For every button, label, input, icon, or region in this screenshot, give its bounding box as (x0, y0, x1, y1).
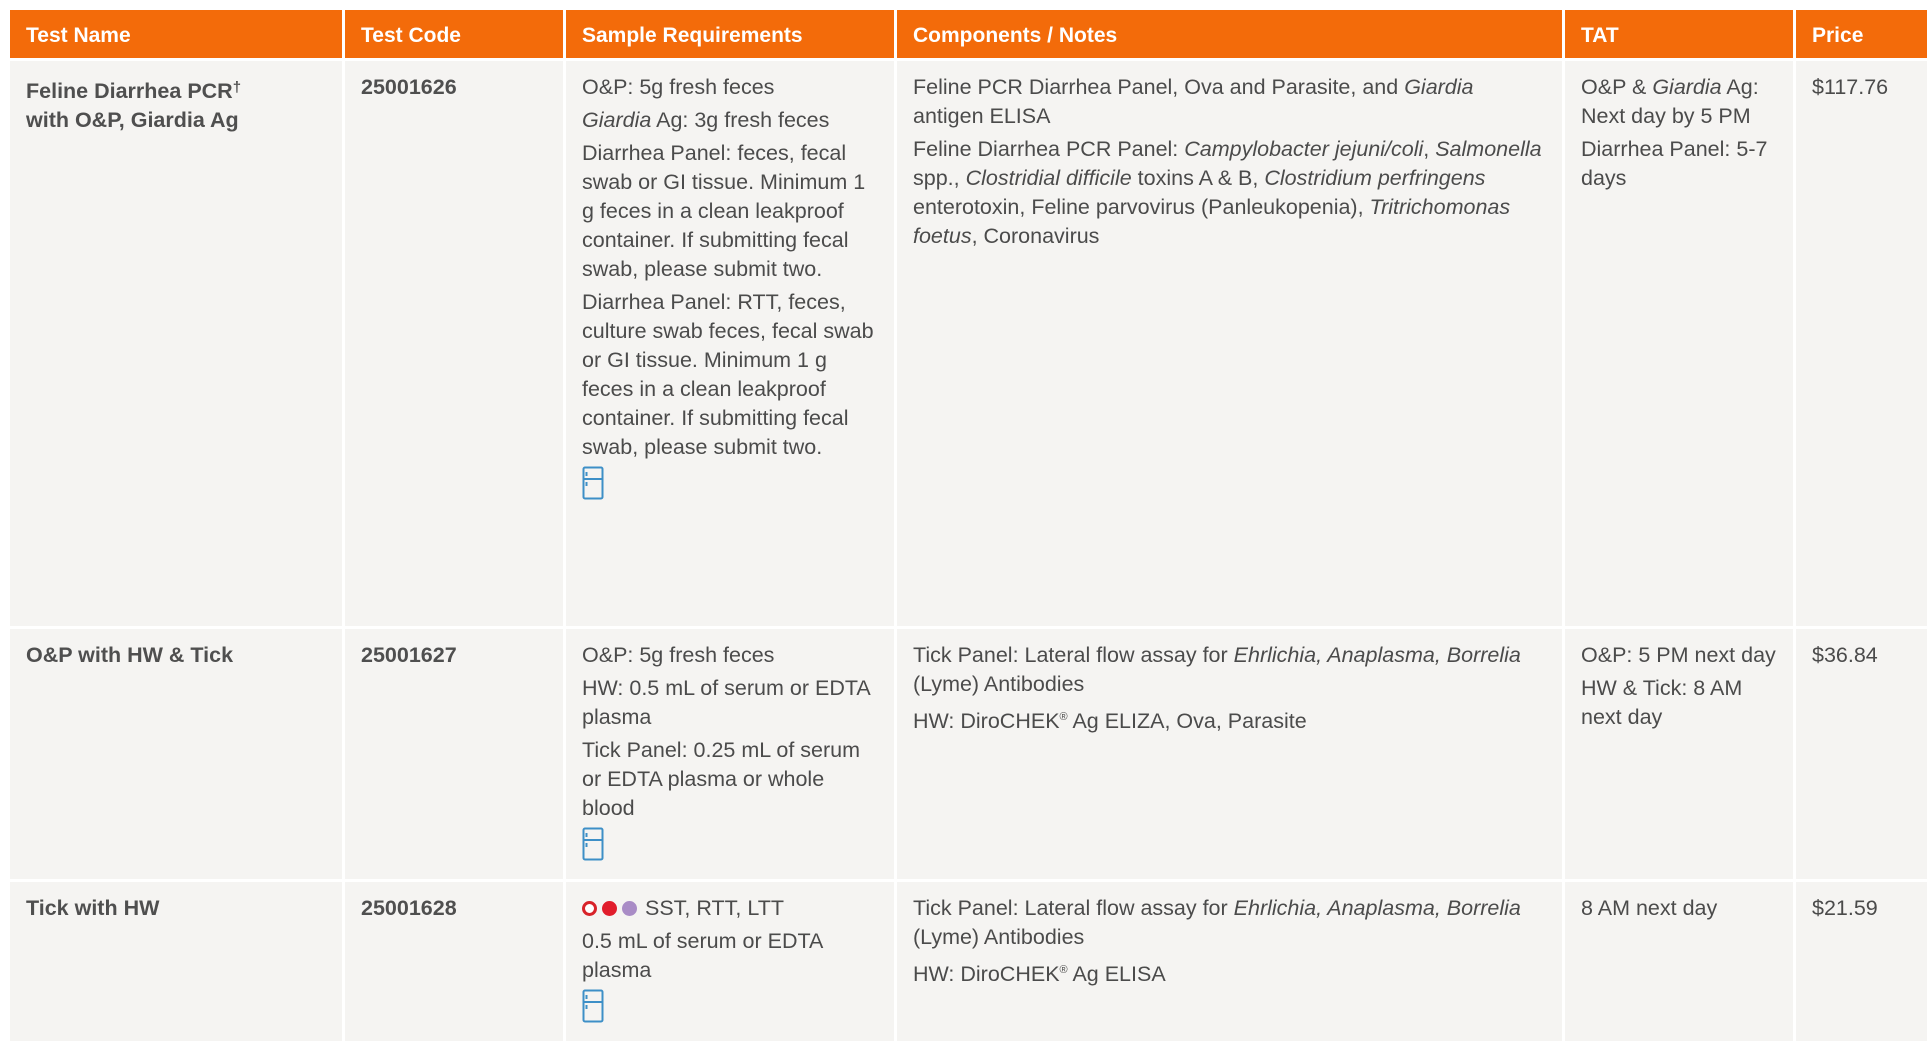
test-code: 25001627 (345, 629, 563, 879)
text-span: spp., (913, 166, 966, 190)
italic-text: Campylobacter jejuni/coli (1184, 137, 1424, 161)
dagger-mark: † (232, 79, 242, 96)
sample-line: O&P: 5g fresh feces (582, 643, 775, 667)
text-span: toxins A & B, (1131, 166, 1265, 190)
italic-text: Ehrlichia, Anaplasma, Borrelia (1233, 896, 1521, 920)
col-header-test-code: Test Code (345, 10, 563, 58)
test-code: 25001626 (345, 61, 563, 626)
notes-line: Feline PCR Diarrhea Panel, Ova and Paras… (913, 73, 1546, 131)
components-notes-cell: Tick Panel: Lateral flow assay for Ehrli… (897, 882, 1562, 1041)
tat-cell: 8 AM next day (1565, 882, 1793, 1041)
price: $36.84 (1796, 629, 1927, 879)
col-header-components-notes: Components / Notes (897, 10, 1562, 58)
refrigerator-icon (582, 827, 878, 869)
components-notes-cell: Feline PCR Diarrhea Panel, Ova and Paras… (897, 61, 1562, 626)
notes-line: HW: DiroCHEK® Ag ELIZA, Ova, Parasite (913, 703, 1546, 736)
notes-line: Tick Panel: Lateral flow assay for Ehrli… (913, 894, 1546, 952)
text-span: enterotoxin, Feline parvovirus (Panleuko… (913, 195, 1370, 219)
sample-line: Giardia Ag: 3g fresh feces (582, 106, 878, 135)
notes-line: Feline Diarrhea PCR Panel: Campylobacter… (913, 135, 1546, 251)
text-span: (Lyme) Antibodies (913, 672, 1085, 696)
tat-cell: O&P & Giardia Ag: Next day by 5 PM Diarr… (1565, 61, 1793, 626)
text-span: Tick Panel: Lateral flow assay for (913, 896, 1234, 920)
text-span: HW: DiroCHEK (913, 962, 1060, 986)
col-header-tat: TAT (1565, 10, 1793, 58)
rtt-tube-dot-icon (602, 901, 617, 916)
text-span: O&P & (1581, 75, 1653, 99)
sst-tube-dot-icon (582, 901, 597, 916)
text-span: Ag: 3g fresh feces (651, 108, 830, 132)
tube-color-dots (582, 901, 637, 916)
text-span: Feline PCR Diarrhea Panel, Ova and Paras… (913, 75, 1405, 99)
tat-line: O&P & Giardia Ag: Next day by 5 PM (1581, 73, 1777, 131)
text-span: Feline Diarrhea PCR Panel: (913, 137, 1185, 161)
price: $117.76 (1796, 61, 1927, 626)
table-row: Feline Diarrhea PCR† with O&P, Giardia A… (10, 61, 1927, 626)
test-name: Tick with HW (10, 882, 342, 1041)
text-span: , (1423, 137, 1436, 161)
sample-line: SST, RTT, LTT (582, 894, 878, 923)
italic-text: Giardia (1652, 75, 1722, 99)
tube-types: SST, RTT, LTT (645, 896, 784, 920)
test-name-line2: with O&P, Giardia Ag (26, 108, 239, 132)
italic-text: Giardia (1404, 75, 1474, 99)
text-span: (Lyme) Antibodies (913, 925, 1085, 949)
test-code: 25001628 (345, 882, 563, 1041)
col-header-test-name: Test Name (10, 10, 342, 58)
text-span: , Coronavirus (971, 224, 1100, 248)
text-span: Ag ELISA (1067, 962, 1166, 986)
text-span: Tick Panel: Lateral flow assay for (913, 643, 1234, 667)
text-span: Ag ELIZA, Ova, Parasite (1067, 709, 1307, 733)
sample-line: 0.5 mL of serum or EDTA plasma (582, 929, 823, 982)
ltt-tube-dot-icon (622, 901, 637, 916)
test-table-container: Test Name Test Code Sample Requirements … (10, 10, 1927, 1044)
italic-text: Giardia (582, 108, 652, 132)
registered-mark: ® (1059, 711, 1068, 723)
sample-line: O&P: 5g fresh feces (582, 75, 775, 99)
italic-text: Salmonella (1435, 137, 1542, 161)
refrigerator-icon (582, 989, 878, 1031)
tat-line: 8 AM next day (1581, 896, 1718, 920)
sample-line: Diarrhea Panel: RTT, feces, culture swab… (582, 290, 874, 459)
tat-line: O&P: 5 PM next day (1581, 643, 1776, 667)
notes-line: Tick Panel: Lateral flow assay for Ehrli… (913, 641, 1546, 699)
sample-requirements-cell: SST, RTT, LTT 0.5 mL of serum or EDTA pl… (566, 882, 894, 1041)
italic-text: Clostridium perfringens (1264, 166, 1486, 190)
sample-requirements-cell: O&P: 5g fresh feces HW: 0.5 mL of serum … (566, 629, 894, 879)
test-name-cell: Feline Diarrhea PCR† with O&P, Giardia A… (10, 61, 342, 626)
italic-text: Ehrlichia, Anaplasma, Borrelia (1233, 643, 1521, 667)
table-row: Tick with HW 25001628 SST, RTT, LTT 0.5 … (10, 882, 1927, 1041)
header-row: Test Name Test Code Sample Requirements … (10, 10, 1927, 58)
sample-requirements-cell: O&P: 5g fresh feces Giardia Ag: 3g fresh… (566, 61, 894, 626)
test-table: Test Name Test Code Sample Requirements … (7, 7, 1927, 1044)
notes-line: HW: DiroCHEK® Ag ELISA (913, 956, 1546, 989)
refrigerator-icon (582, 466, 878, 508)
table-row: O&P with HW & Tick 25001627 O&P: 5g fres… (10, 629, 1927, 879)
components-notes-cell: Tick Panel: Lateral flow assay for Ehrli… (897, 629, 1562, 879)
registered-mark: ® (1059, 964, 1068, 976)
sample-line: HW: 0.5 mL of serum or EDTA plasma (582, 676, 870, 729)
test-name: O&P with HW & Tick (10, 629, 342, 879)
text-span: antigen ELISA (913, 104, 1051, 128)
price: $21.59 (1796, 882, 1927, 1041)
tat-cell: O&P: 5 PM next day HW & Tick: 8 AM next … (1565, 629, 1793, 879)
text-span: HW: DiroCHEK (913, 709, 1060, 733)
italic-text: Clostridial difficile (965, 166, 1132, 190)
sample-line: Diarrhea Panel: feces, fecal swab or GI … (582, 141, 866, 281)
test-name: Feline Diarrhea PCR (26, 79, 233, 103)
tat-line: Diarrhea Panel: 5-7 days (1581, 137, 1768, 190)
col-header-price: Price (1796, 10, 1927, 58)
sample-line: Tick Panel: 0.25 mL of serum or EDTA pla… (582, 738, 861, 820)
col-header-sample-requirements: Sample Requirements (566, 10, 894, 58)
tat-line: HW & Tick: 8 AM next day (1581, 676, 1743, 729)
